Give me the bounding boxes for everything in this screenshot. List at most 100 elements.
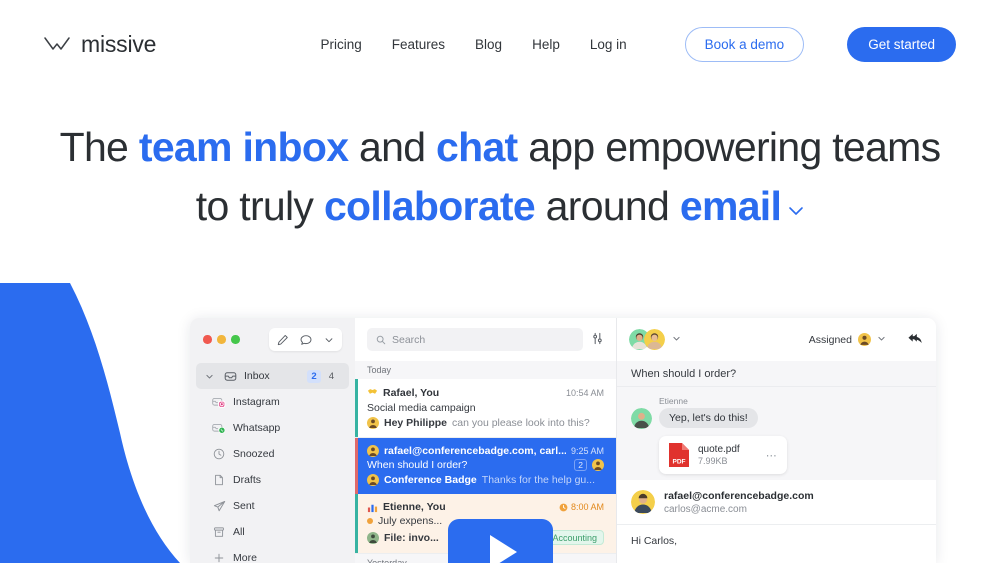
sidebar-item-inbox[interactable]: Inbox 2 4 — [196, 363, 349, 389]
email-preview-bold: File: invo... — [384, 531, 439, 544]
email-preview: Hey Philippe can you please look into th… — [367, 417, 604, 429]
landing-page: missive Pricing Features Blog Help Log i… — [0, 0, 1000, 563]
book-demo-button[interactable]: Book a demo — [684, 26, 805, 62]
email-preview-bold: Conference Badge — [384, 474, 477, 486]
avatar-icon — [367, 531, 379, 544]
chat-block: Etienne Yep, let's do this! PDF quote.pd… — [617, 387, 936, 480]
nav-link-features[interactable]: Features — [392, 37, 445, 52]
sidebar-toolbar — [269, 328, 342, 351]
chevron-down-icon[interactable] — [672, 334, 681, 346]
sidebar-item-drafts[interactable]: Drafts — [190, 467, 355, 493]
headline-line-2: to truly collaborate around email — [196, 183, 804, 229]
page-title: The team inbox and chat app empowering t… — [0, 118, 1000, 236]
email-subject-text: July expens... — [378, 515, 443, 527]
conversation-subject: When should I order? — [617, 361, 936, 387]
sidebar-item-sent[interactable]: Sent — [190, 493, 355, 519]
attachment-card[interactable]: PDF quote.pdf 7.99KB ⋯ — [659, 436, 788, 474]
inbox-envelope-icon — [223, 369, 237, 383]
pencil-compose-icon[interactable] — [271, 328, 294, 351]
headline-text: and — [348, 124, 436, 170]
search-placeholder: Search — [392, 333, 426, 346]
headline-line-1: The team inbox and chat app empowering t… — [60, 124, 941, 170]
chevron-down-icon[interactable] — [202, 369, 216, 383]
close-window-button[interactable] — [203, 335, 212, 344]
label-tag-accounting[interactable]: Accounting — [545, 530, 604, 545]
get-started-button[interactable]: Get started — [847, 26, 956, 62]
nav-link-help[interactable]: Help — [532, 37, 560, 52]
filter-sliders-icon[interactable] — [591, 332, 604, 348]
app-window-screenshot: Inbox 2 4 Instagram Whatsapp Snoozed Dra… — [190, 318, 936, 563]
instagram-envelope-icon — [212, 395, 226, 409]
brand-name: missive — [81, 30, 157, 57]
sidebar-item-label: All — [233, 526, 245, 538]
thread-color-bar — [355, 379, 358, 437]
email-preview-rest: can you please look into this? — [452, 417, 590, 429]
nav-link-login[interactable]: Log in — [590, 37, 627, 52]
email-list-item[interactable]: Rafael, You 10:54 AM Social media campai… — [355, 379, 616, 438]
headline-text: The — [59, 124, 139, 170]
nav-link-blog[interactable]: Blog — [475, 37, 502, 52]
participant-avatars[interactable] — [629, 329, 665, 350]
sidebar-item-more[interactable]: More — [190, 545, 355, 563]
total-badge: 4 — [328, 370, 334, 382]
thread-color-bar — [355, 494, 358, 553]
message-header: rafael@conferencebadge.com carlos@acme.c… — [617, 480, 936, 515]
attachment-info: quote.pdf 7.99KB — [698, 444, 740, 466]
headline-highlight-collaborate: collaborate — [323, 183, 536, 229]
message-from: rafael@conferencebadge.com — [664, 490, 814, 502]
conversation-toolbar: Assigned — [617, 318, 936, 361]
search-icon — [376, 335, 386, 344]
conversation-pane: Assigned When should I order? Etienne Ye… — [617, 318, 936, 563]
avatar-icon — [367, 417, 379, 429]
email-preview: Conference Badge Thanks for the help gu.… — [367, 474, 604, 486]
sidebar-titlebar — [190, 318, 355, 361]
sidebar-item-list: Inbox 2 4 Instagram Whatsapp Snoozed Dra… — [190, 361, 355, 563]
message-count-badge: 2 — [574, 459, 587, 471]
app-sidebar: Inbox 2 4 Instagram Whatsapp Snoozed Dra… — [190, 318, 355, 563]
email-preview-rest: Thanks for the help gu... — [481, 474, 596, 486]
more-dots-icon[interactable]: ⋯ — [766, 449, 779, 462]
avatar-icon — [367, 474, 379, 486]
headline-highlight-chat: chat — [436, 124, 518, 170]
chat-bubble-icon[interactable] — [294, 328, 317, 351]
email-time: 9:25 AM — [570, 446, 604, 456]
decorative-blue-blob — [0, 283, 180, 563]
chat-message-row: Yep, let's do this! — [631, 408, 922, 429]
minimize-window-button[interactable] — [217, 335, 226, 344]
assigned-control[interactable]: Assigned — [809, 333, 886, 346]
sidebar-item-instagram[interactable]: Instagram — [190, 389, 355, 415]
sidebar-item-label: Inbox — [244, 370, 270, 382]
nav-link-pricing[interactable]: Pricing — [321, 37, 362, 52]
attachment-name: quote.pdf — [698, 444, 740, 455]
attachment-size: 7.99KB — [698, 456, 728, 466]
avatar — [631, 408, 652, 429]
archive-box-icon — [212, 525, 226, 539]
chat-author: Etienne — [659, 396, 688, 406]
headline-text: app empowering teams — [517, 124, 941, 170]
sidebar-item-whatsapp[interactable]: Whatsapp — [190, 415, 355, 441]
sidebar-item-label: Instagram — [233, 396, 280, 408]
play-video-button[interactable] — [448, 519, 553, 563]
thread-color-bar — [355, 438, 358, 494]
plus-icon — [212, 551, 226, 563]
brand-logo[interactable]: missive — [44, 31, 156, 58]
message-body-text: Hi Carlos, — [631, 535, 678, 547]
zoom-window-button[interactable] — [231, 335, 240, 344]
chevron-down-icon[interactable] — [317, 328, 340, 351]
chevron-down-icon[interactable] — [788, 206, 804, 216]
sidebar-item-snoozed[interactable]: Snoozed — [190, 441, 355, 467]
chevron-down-icon[interactable] — [877, 334, 886, 346]
assigned-label: Assigned — [808, 333, 852, 346]
email-list-item-selected[interactable]: rafael@conferencebadge.com, carl... 9:25… — [355, 438, 616, 494]
email-subject-text: When should I order? — [367, 459, 468, 471]
missive-envelope-logo-icon — [44, 37, 70, 50]
search-input[interactable]: Search — [367, 328, 583, 351]
sidebar-item-all[interactable]: All — [190, 519, 355, 545]
sidebar-item-label: Drafts — [233, 474, 262, 486]
reply-all-icon[interactable] — [907, 332, 924, 348]
email-subject: When should I order? 2 — [367, 459, 604, 471]
clock-icon — [212, 447, 226, 461]
hero-section: The team inbox and chat app empowering t… — [0, 118, 1000, 236]
message-body: Hi Carlos, — [617, 524, 936, 547]
email-subject: Social media campaign — [367, 402, 604, 414]
